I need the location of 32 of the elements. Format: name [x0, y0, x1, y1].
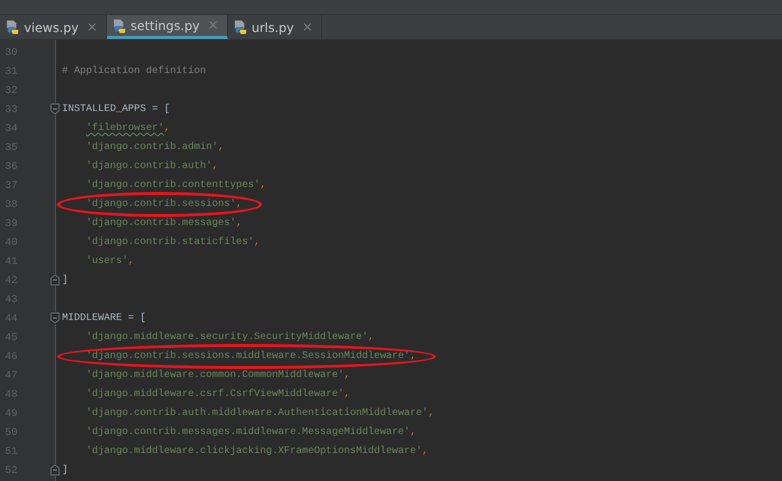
code-line: ]: [62, 465, 68, 476]
close-icon[interactable]: ×: [302, 20, 313, 34]
close-icon[interactable]: ×: [86, 20, 98, 34]
fold-icon[interactable]: [50, 464, 60, 476]
fold-icon[interactable]: [50, 274, 60, 286]
code-line: 'django.contrib.admin',: [85, 142, 224, 153]
editor-tab[interactable]: settings.py ×: [106, 15, 228, 39]
editor-tab[interactable]: views.py ×: [0, 15, 107, 39]
code-line: 'django.contrib.auth.middleware.AuthenticationMiddleware',: [85, 408, 434, 419]
code-line: 'django.middleware.common.CommonMiddleware',: [85, 370, 350, 381]
code-line: 'django.contrib.sessions.middleware.SessionMiddleware',: [85, 351, 416, 362]
code-line: 'filebrowser',: [85, 123, 170, 134]
code-line: 'django.contrib.staticfiles',: [85, 237, 260, 248]
code-line: 'django.contrib.sessions',: [85, 199, 242, 210]
fold-icon[interactable]: [50, 103, 60, 115]
code-line: INSTALLED_APPS = [: [62, 104, 170, 115]
code-line: 'django.middleware.clickjacking.XFrameOptionsMiddleware',: [85, 446, 428, 457]
editor-tab[interactable]: urls.py ×: [228, 15, 322, 39]
python-file-icon: [5, 19, 20, 35]
code-line: ]: [62, 275, 68, 286]
code-line: 'django.contrib.auth',: [85, 161, 218, 172]
code-line: 'django.middleware.csrf.CsrfViewMiddleware',: [85, 389, 350, 400]
code-line: 'users',: [85, 256, 134, 267]
code-line: 'django.middleware.security.SecurityMiddleware',: [85, 332, 374, 343]
code-line: 'django.contrib.messages',: [85, 218, 242, 229]
code-line: # Application definition: [62, 66, 206, 77]
code-line: 'django.contrib.contenttypes',: [85, 180, 266, 191]
python-file-icon: [232, 19, 248, 35]
code-line: 'django.contrib.messages.middleware.MessageMiddleware',: [85, 427, 416, 438]
code-line: MIDDLEWARE = [: [62, 313, 146, 324]
fold-icon[interactable]: [50, 312, 60, 324]
python-file-icon: [112, 18, 127, 34]
